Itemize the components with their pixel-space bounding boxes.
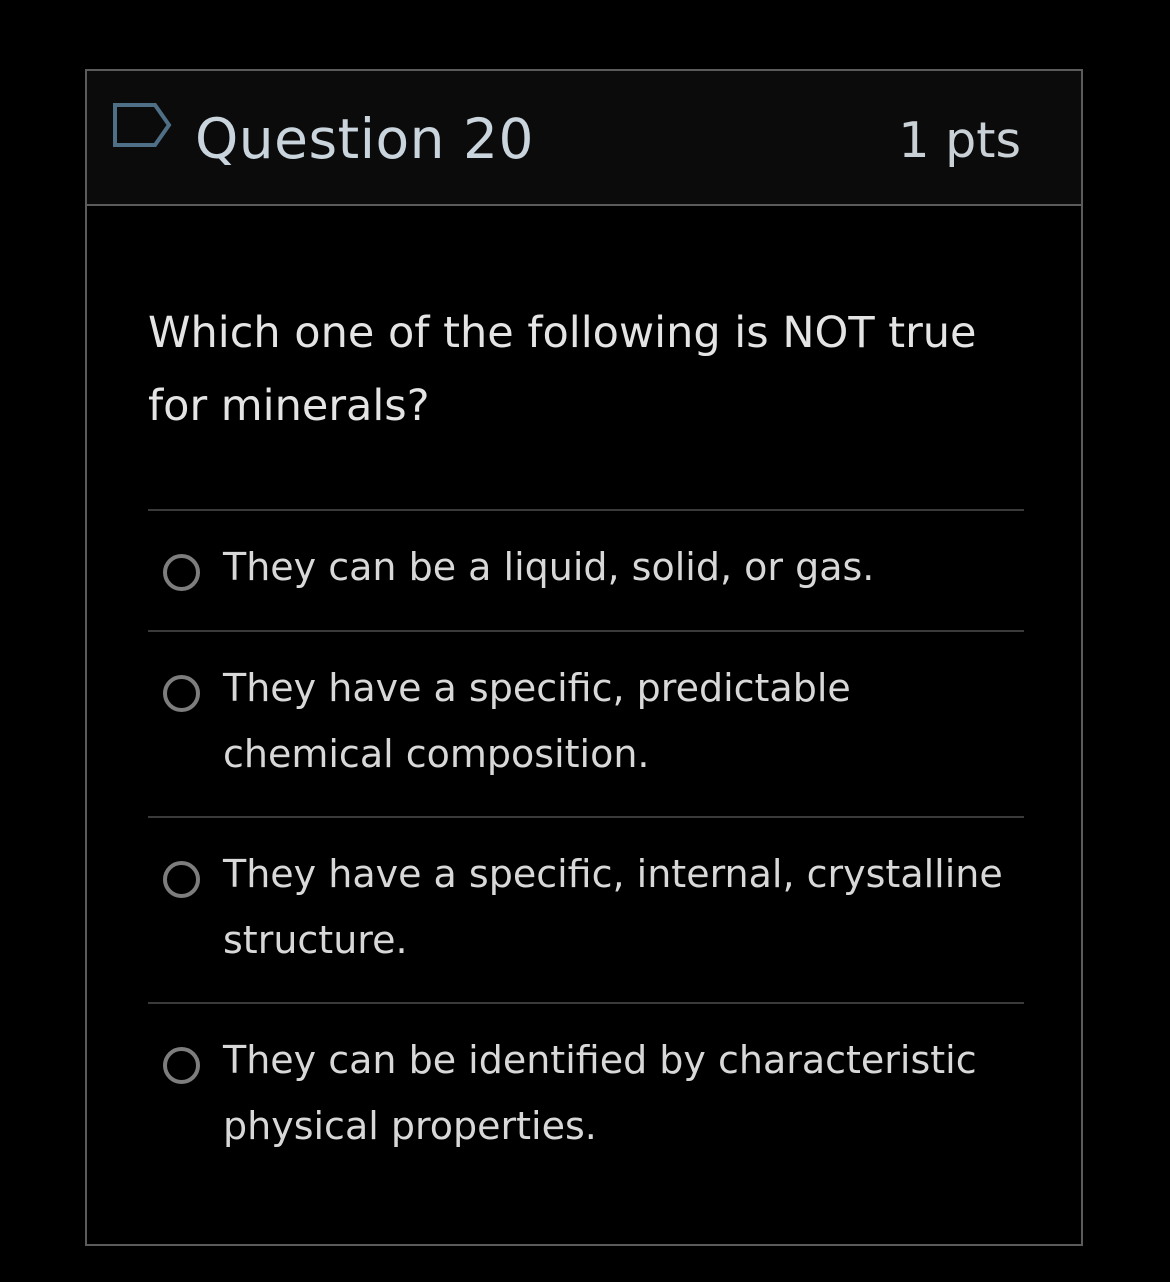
answer-label[interactable]: They can be a liquid, solid, or gas.	[223, 534, 1013, 600]
answer-label[interactable]: They have a specific, predictable chemic…	[223, 655, 1013, 787]
radio-button[interactable]	[163, 675, 200, 712]
question-card: Question 20 1 pts Which one of the follo…	[85, 69, 1083, 1246]
answer-label[interactable]: They have a specific, internal, crystall…	[223, 841, 1013, 973]
question-title: Question 20	[195, 107, 534, 171]
answer-option[interactable]: They can be a liquid, solid, or gas.	[148, 511, 1024, 632]
answer-option[interactable]: They have a specific, internal, crystall…	[148, 818, 1024, 1004]
question-text: Which one of the following is NOT true f…	[148, 308, 977, 431]
answer-list: They can be a liquid, solid, or gas. The…	[148, 509, 1024, 1190]
answer-option[interactable]: They have a specific, predictable chemic…	[148, 632, 1024, 818]
answer-label[interactable]: They can be identified by characteristic…	[223, 1027, 1013, 1159]
flag-icon[interactable]	[111, 101, 175, 155]
radio-button[interactable]	[163, 554, 200, 591]
answer-option[interactable]: They can be identified by characteristic…	[148, 1004, 1024, 1190]
question-points: 1 pts	[898, 112, 1021, 169]
radio-button[interactable]	[163, 1047, 200, 1084]
question-header: Question 20 1 pts	[87, 71, 1081, 206]
radio-button[interactable]	[163, 861, 200, 898]
